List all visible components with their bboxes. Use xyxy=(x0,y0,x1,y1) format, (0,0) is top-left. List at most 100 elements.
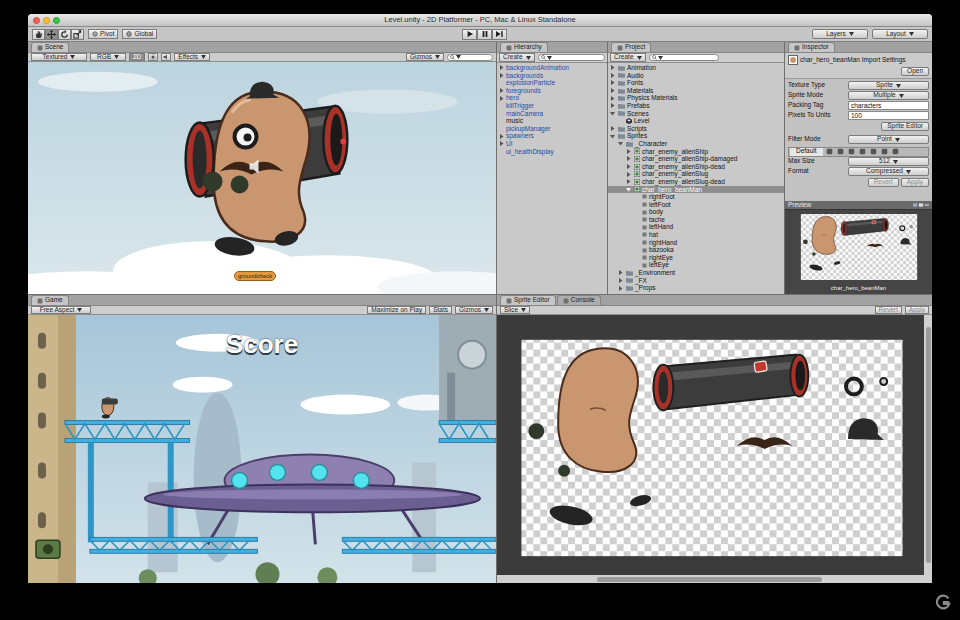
tool-button[interactable] xyxy=(71,29,84,40)
platform-dropdown[interactable]: 512 xyxy=(848,157,929,166)
hierarchy-item[interactable]: backgrounds xyxy=(497,72,607,80)
scene-tab[interactable]: Scene xyxy=(31,42,69,52)
hierarchy-item[interactable]: explosionParticle xyxy=(497,79,607,87)
expand-arrow-icon[interactable] xyxy=(618,270,623,275)
expand-arrow-icon[interactable] xyxy=(610,73,615,78)
sprite-editor-button[interactable]: Sprite Editor xyxy=(881,122,929,131)
global-button[interactable]: Global xyxy=(122,29,157,39)
project-item[interactable]: char_hero_beanMan xyxy=(608,186,784,194)
hierarchy-item[interactable]: ui_healthDisplay xyxy=(497,148,607,156)
value-dropdown[interactable]: Sprite xyxy=(848,81,929,90)
pivot-button[interactable]: Pivot xyxy=(88,29,118,39)
project-item[interactable]: Audio xyxy=(608,72,784,80)
platform-dropdown[interactable]: Compressed xyxy=(848,167,929,176)
project-item[interactable]: _FX xyxy=(608,277,784,285)
expand-arrow-icon[interactable] xyxy=(610,88,615,93)
expand-arrow-icon[interactable] xyxy=(610,111,615,116)
expand-arrow-icon[interactable] xyxy=(610,96,615,101)
expand-arrow-icon[interactable] xyxy=(626,164,631,169)
sprite-editor-tab[interactable]: Sprite Editor xyxy=(500,295,556,305)
hierarchy-item[interactable]: music xyxy=(497,117,607,125)
project-item[interactable]: char_enemy_alienShip xyxy=(608,148,784,156)
project-item[interactable]: rightHand xyxy=(608,239,784,247)
step-button[interactable] xyxy=(492,29,507,40)
expand-arrow-icon[interactable] xyxy=(618,141,623,146)
project-item[interactable]: Scenes xyxy=(608,110,784,118)
expand-arrow-icon[interactable] xyxy=(610,65,615,70)
sprite-canvas[interactable] xyxy=(497,315,924,575)
tool-button[interactable] xyxy=(32,29,45,40)
expand-arrow-icon[interactable] xyxy=(610,126,615,131)
project-item[interactable]: char_enemy_alienShip-damaged xyxy=(608,155,784,163)
shading-dropdown[interactable]: Textured xyxy=(31,53,87,62)
layout-dropdown[interactable]: Layout xyxy=(872,29,928,39)
project-item[interactable]: _Props xyxy=(608,284,784,292)
project-item[interactable]: leftFoot xyxy=(608,201,784,209)
game-tab[interactable]: Game xyxy=(31,295,69,305)
project-item[interactable]: Animation xyxy=(608,64,784,72)
platform-icon[interactable] xyxy=(826,148,833,155)
project-item[interactable]: Sprites xyxy=(608,132,784,140)
hierarchy-item[interactable]: backgroundAnimation xyxy=(497,64,607,72)
2d-toggle[interactable]: 2D xyxy=(129,53,145,62)
expand-arrow-icon[interactable] xyxy=(610,80,615,85)
preview-options-icon[interactable] xyxy=(913,202,929,208)
project-item[interactable]: hat xyxy=(608,231,784,239)
game-view[interactable]: Score xyxy=(28,315,496,583)
project-item[interactable]: tache xyxy=(608,216,784,224)
project-item[interactable]: Physics Materials xyxy=(608,94,784,102)
hierarchy-item[interactable]: foregrounds xyxy=(497,87,607,95)
vertical-scrollbar[interactable] xyxy=(924,315,932,575)
project-item[interactable]: Prefabs xyxy=(608,102,784,110)
close-button[interactable] xyxy=(33,17,40,24)
expand-arrow-icon[interactable] xyxy=(626,172,631,177)
text-field[interactable]: 100 xyxy=(848,111,929,120)
tool-button[interactable] xyxy=(58,29,71,40)
platform-icon[interactable] xyxy=(848,148,855,155)
expand-arrow-icon[interactable] xyxy=(626,179,631,184)
audio-toggle[interactable] xyxy=(161,53,171,61)
platform-icon[interactable] xyxy=(892,148,899,155)
apply-button[interactable]: Apply xyxy=(905,306,929,315)
revert-button[interactable]: Revert xyxy=(875,306,902,315)
filter-dropdown[interactable]: Point xyxy=(848,135,929,144)
effects-dropdown[interactable]: Effects xyxy=(174,53,210,62)
pause-button[interactable] xyxy=(477,29,492,40)
create-dropdown[interactable]: Create xyxy=(499,53,535,62)
layers-dropdown[interactable]: Layers xyxy=(812,29,868,39)
project-item[interactable]: rightFoot xyxy=(608,193,784,201)
project-item[interactable]: _Environment xyxy=(608,269,784,277)
minimize-button[interactable] xyxy=(43,17,50,24)
gizmos-dropdown[interactable]: Gizmos xyxy=(406,53,444,62)
horizontal-scrollbar[interactable] xyxy=(497,575,932,583)
expand-arrow-icon[interactable] xyxy=(610,103,615,108)
expand-arrow-icon[interactable] xyxy=(499,88,504,93)
platform-icon[interactable] xyxy=(881,148,888,155)
hierarchy-tab[interactable]: Hierarchy xyxy=(500,42,548,52)
zoom-button[interactable] xyxy=(53,17,60,24)
project-item[interactable]: Fonts xyxy=(608,79,784,87)
expand-arrow-icon[interactable] xyxy=(499,141,504,146)
project-item[interactable]: rightEye xyxy=(608,254,784,262)
expand-arrow-icon[interactable] xyxy=(499,65,504,70)
apply-button[interactable]: Apply xyxy=(901,178,929,187)
platform-icon[interactable] xyxy=(837,148,844,155)
project-item[interactable]: char_enemy_alienSlug xyxy=(608,170,784,178)
aspect-dropdown[interactable]: Free Aspect xyxy=(31,306,91,315)
expand-arrow-icon[interactable] xyxy=(626,149,631,154)
hierarchy-item[interactable]: killTrigger xyxy=(497,102,607,110)
hierarchy-item[interactable]: mainCamera xyxy=(497,110,607,118)
tool-button[interactable] xyxy=(45,29,58,40)
project-item[interactable]: leftEye xyxy=(608,261,784,269)
expand-arrow-icon[interactable] xyxy=(499,134,504,139)
project-item[interactable]: body xyxy=(608,208,784,216)
expand-arrow-icon[interactable] xyxy=(618,286,623,291)
platform-icon[interactable] xyxy=(870,148,877,155)
project-item[interactable]: Level xyxy=(608,117,784,125)
hierarchy-item[interactable]: pickupManager xyxy=(497,125,607,133)
project-item[interactable]: char_enemy_alienSlug-dead xyxy=(608,178,784,186)
play-button[interactable] xyxy=(462,29,477,40)
scene-view[interactable]: groundcheck xyxy=(28,62,496,294)
value-dropdown[interactable]: Multiple xyxy=(848,91,929,100)
revert-button[interactable]: Revert xyxy=(868,178,899,187)
